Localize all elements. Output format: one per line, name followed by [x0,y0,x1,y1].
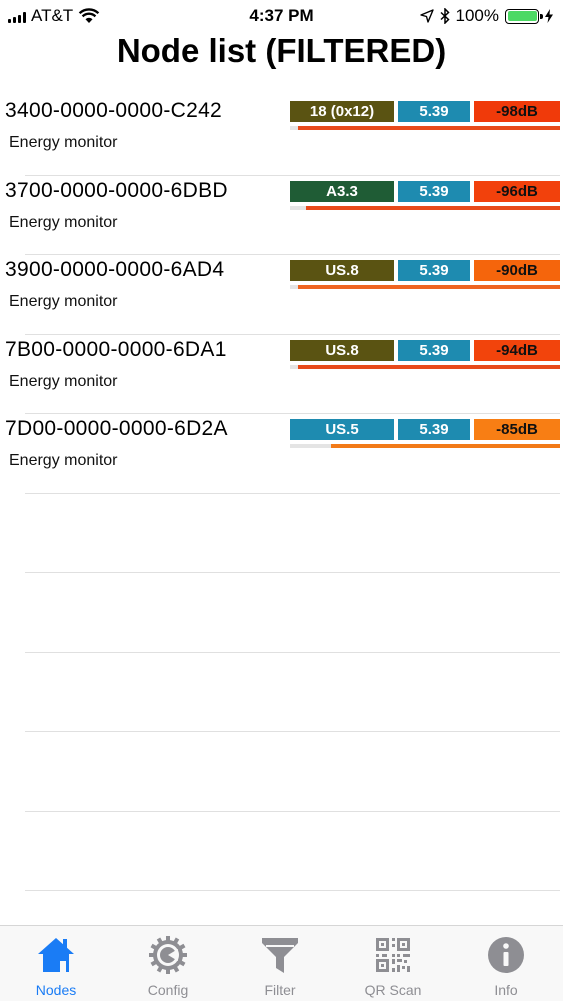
node-id: 7D00-0000-0000-6D2A [5,417,228,440]
signal-strength-bar [290,364,560,369]
tab-filter[interactable]: Filter [224,926,336,1001]
gear-icon [149,936,187,974]
node-row[interactable]: 3700-0000-0000-6DBD Energy monitor A3.3 5.3… [0,174,563,254]
node-description: Energy monitor [9,372,118,390]
rssi-badge: -85dB [474,419,560,440]
house-icon [38,938,74,972]
node-row[interactable]: 3900-0000-0000-6AD4 Energy monitor US.8 5.3… [0,254,563,333]
tab-label: QR Scan [364,982,422,998]
row-separator [25,333,560,335]
qr-code-icon [376,938,410,972]
firmware-badge: 5.39 [398,339,470,361]
firmware-badge: 5.39 [398,260,470,281]
tab-config[interactable]: Config [112,926,224,1001]
location-arrow-icon [419,9,434,23]
node-id: 7B00-0000-0000-6DA1 [5,337,227,361]
row-separator [25,174,560,176]
empty-row-separator [25,492,560,494]
status-bar: AT&T 4:37 PM 100% [0,0,563,32]
tab-label: Nodes [35,982,77,998]
charging-bolt-icon [545,9,553,23]
signal-strength-fill [330,444,560,448]
row-separator [25,413,560,414]
empty-row-separator [25,890,560,891]
signal-strength-bar [290,444,560,448]
rssi-badge: -90dB [474,260,560,281]
rssi-badge: -98dB [474,101,560,122]
row-separator [25,254,560,255]
bluetooth-icon [440,8,450,24]
node-row[interactable]: 7B00-0000-0000-6DA1 Energy monitor US.8 5.3… [0,333,563,413]
signal-strength-fill [298,126,560,130]
signal-strength-fill [298,364,560,369]
empty-row-separator [25,651,560,653]
node-id: 3700-0000-0000-6DBD [5,178,228,202]
rssi-badge: -96dB [474,180,560,202]
version-badge: US.5 [290,419,394,440]
page-title: Node list (FILTERED) [116,32,447,69]
version-badge: US.8 [290,339,394,361]
tab-info[interactable]: Info [450,926,562,1001]
funnel-icon [262,938,298,973]
status-right: 100% [419,6,553,26]
node-id: 3900-0000-0000-6AD4 [5,258,225,281]
signal-strength-fill [298,285,560,289]
node-description: Energy monitor [9,452,118,469]
tab-label: Config [147,982,189,998]
node-description: Energy monitor [9,213,118,231]
empty-row-separator [25,810,560,812]
empty-row-separator [25,731,560,732]
tab-label: Info [494,982,518,998]
node-description: Energy monitor [9,293,118,310]
firmware-badge: 5.39 [398,419,470,440]
info-icon [488,937,524,973]
firmware-badge: 5.39 [398,180,470,202]
firmware-badge: 5.39 [398,101,470,122]
signal-strength-bar [290,285,560,289]
empty-row-separator [25,572,560,573]
version-badge: A3.3 [290,180,394,202]
tab-bar: Nodes Config Filter QR Scan Info [0,925,563,1001]
version-badge: US.8 [290,260,394,281]
version-badge: 18 (0x12) [290,101,394,122]
node-row[interactable]: 3400-0000-0000-C242 Energy monitor 18 (0x1… [0,95,563,174]
tab-nodes[interactable]: Nodes [0,926,112,1001]
signal-strength-bar [290,126,560,130]
tab-label: Filter [264,982,296,998]
signal-strength-fill [306,205,560,210]
battery-percent: 100% [455,6,499,25]
signal-strength-bar [290,205,560,210]
node-row[interactable]: 7D00-0000-0000-6D2A Energy monitor US.5 5.3… [0,413,563,492]
node-id: 3400-0000-0000-C242 [5,99,223,122]
rssi-badge: -94dB [474,339,560,361]
node-description: Energy monitor [9,134,118,151]
battery-icon [505,8,543,24]
tab-qr-scan[interactable]: QR Scan [337,926,449,1001]
